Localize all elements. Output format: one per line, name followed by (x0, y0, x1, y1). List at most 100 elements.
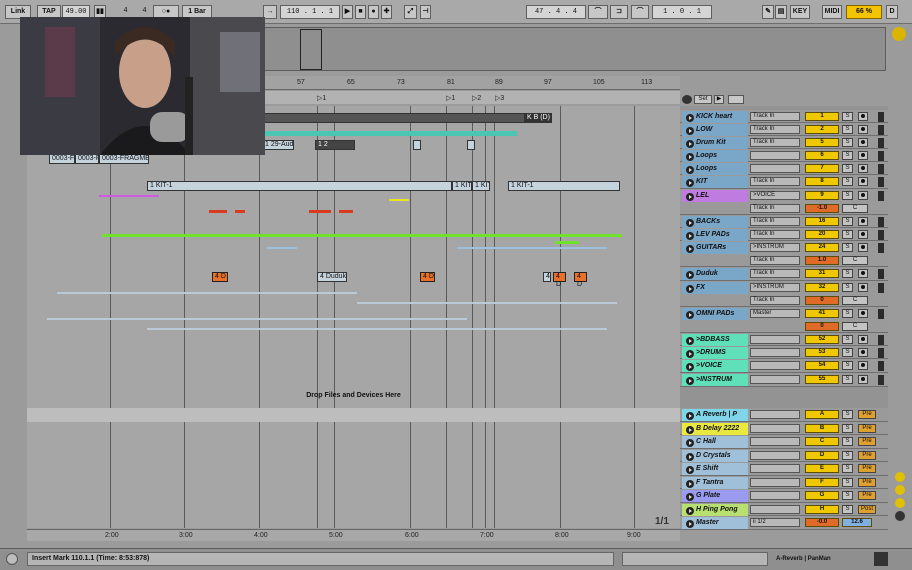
track-header[interactable]: KIT Track In 8 S (680, 175, 888, 189)
return-track-header[interactable]: A Reverb | P A S Pre (680, 408, 888, 422)
arm-icon[interactable] (858, 138, 868, 147)
input-select[interactable] (750, 335, 800, 344)
track-activator-icon[interactable] (686, 466, 694, 474)
track-activator-icon[interactable] (686, 166, 694, 174)
arm-icon[interactable] (858, 125, 868, 134)
track-name[interactable]: C Hall (682, 436, 748, 448)
track-name[interactable]: Loops (682, 150, 748, 162)
track-number[interactable]: 53 (805, 348, 839, 357)
track-name[interactable]: D Crystals (682, 449, 748, 462)
follow-arrow-icon[interactable]: → (263, 5, 277, 19)
solo-button[interactable]: S (842, 348, 853, 357)
track-activator-icon[interactable] (686, 219, 694, 227)
track-name[interactable]: G Plate (682, 490, 748, 502)
next-locator-icon[interactable]: ▶ (714, 95, 724, 104)
track-volume[interactable]: 0 (805, 296, 839, 305)
arm-icon[interactable] (858, 164, 868, 173)
track-header[interactable]: OMNI PADs Master 41 S 0 C (680, 307, 888, 333)
track-number[interactable]: 52 (805, 335, 839, 344)
output-select[interactable] (750, 423, 800, 433)
track-volume[interactable]: 0 (805, 322, 839, 331)
arm-icon[interactable] (858, 335, 868, 344)
input-select[interactable] (750, 361, 800, 370)
solo-button[interactable]: S (842, 125, 853, 134)
input-select[interactable]: Track In (750, 269, 800, 278)
track-name[interactable]: KIT (682, 176, 748, 188)
track-name[interactable]: LOW (682, 124, 748, 136)
track-header[interactable]: Drum Kit Track In 5 S (680, 136, 888, 149)
track-activator-icon[interactable] (686, 140, 694, 148)
clip-audio[interactable]: 1 29-Aud (262, 140, 294, 150)
solo-button[interactable]: S (842, 361, 853, 370)
track-activator-icon[interactable] (686, 285, 694, 293)
track-name[interactable]: >DRUMS (682, 347, 748, 359)
solo-button[interactable]: S (842, 217, 853, 226)
track-number[interactable]: 5 (805, 138, 839, 147)
solo-button[interactable]: S (842, 437, 853, 446)
return-track-header[interactable]: Master ii 1/2 -0.0 12.6 (680, 516, 888, 530)
track-header[interactable]: Duduk Track In 31 S (680, 267, 888, 281)
clip-loop[interactable]: 0003-F (75, 154, 99, 164)
track-activator-icon[interactable] (686, 311, 694, 319)
track-name[interactable]: Drum Kit (682, 137, 748, 149)
input-select[interactable]: Master (750, 309, 800, 318)
return-track-header[interactable]: C Hall C S Pre (680, 435, 888, 449)
solo-button[interactable]: S (842, 410, 853, 419)
clip-loop[interactable]: 0003-F (49, 154, 75, 164)
solo-button[interactable]: S (842, 138, 853, 147)
track-number[interactable]: 2 (805, 125, 839, 134)
output-select[interactable] (750, 450, 800, 460)
time-ruler[interactable]: 2:00 3:00 4:00 5:00 6:00 7:00 8:00 9:00 (27, 529, 680, 541)
return-letter[interactable]: D (805, 450, 839, 460)
crossfade-button[interactable]: C (842, 296, 868, 305)
punch-in-icon[interactable]: ⌒ (588, 5, 608, 19)
pre-post-button[interactable]: Pre (858, 423, 876, 433)
solo-button[interactable]: S (842, 112, 853, 121)
track-activator-icon[interactable] (686, 479, 694, 488)
track-volume[interactable]: -1.0 (805, 204, 839, 213)
arm-icon[interactable] (858, 375, 868, 384)
track-activator-icon[interactable] (686, 412, 694, 420)
solo-button[interactable]: S (842, 375, 853, 384)
return-track-header[interactable]: G Plate G S Pre (680, 489, 888, 503)
return-letter[interactable]: -0.0 (805, 518, 839, 527)
track-number[interactable]: 32 (805, 283, 839, 292)
stop-icon[interactable]: ■ (355, 5, 366, 19)
return-letter[interactable]: E (805, 464, 839, 473)
monitor-select[interactable]: Track In (750, 296, 800, 305)
track-name[interactable]: BACKs (682, 216, 748, 228)
input-select[interactable]: Track In (750, 112, 800, 121)
clip-kit[interactable]: 1 KIT (452, 181, 472, 191)
solo-button[interactable]: S (842, 309, 853, 318)
track-number[interactable]: 24 (805, 243, 839, 252)
solo-button[interactable]: S (842, 477, 853, 487)
track-activator-icon[interactable] (686, 232, 694, 240)
crossfade-button[interactable]: C (842, 256, 868, 265)
pre-post-button[interactable]: Pre (858, 437, 876, 446)
track-name[interactable]: >VOICE (682, 360, 748, 372)
track-name[interactable]: B Delay 2222 (682, 422, 748, 435)
output-select[interactable]: ii 1/2 (750, 518, 800, 527)
track-header[interactable]: >VOICE 54 S (680, 359, 888, 373)
cue-volume[interactable]: 12.6 (842, 518, 872, 527)
track-name[interactable]: OMNI PADs (682, 308, 748, 320)
output-select[interactable] (750, 477, 800, 487)
reenable-icon[interactable]: ⊣ (420, 5, 431, 19)
arm-icon[interactable] (858, 177, 868, 186)
key-map-button[interactable]: KEY (790, 5, 810, 19)
solo-button[interactable]: S (842, 230, 853, 239)
track-activator-icon[interactable] (686, 363, 694, 371)
track-number[interactable]: 9 (805, 191, 839, 200)
track-activator-icon[interactable] (686, 493, 694, 501)
back-to-arrangement-icon[interactable] (682, 95, 692, 104)
track-number[interactable]: 8 (805, 177, 839, 186)
track-number[interactable]: 1 (805, 112, 839, 121)
track-header[interactable]: Loops 6 S (680, 149, 888, 162)
play-icon[interactable]: ▶ (342, 5, 353, 19)
return-letter[interactable]: H (805, 504, 839, 514)
key-map-icon[interactable]: ▤ (775, 5, 787, 19)
mixer-toggle-icon[interactable] (895, 498, 905, 508)
solo-button[interactable]: S (842, 177, 853, 186)
output-select[interactable] (750, 504, 800, 514)
track-name[interactable]: LEV PADs (682, 229, 748, 241)
